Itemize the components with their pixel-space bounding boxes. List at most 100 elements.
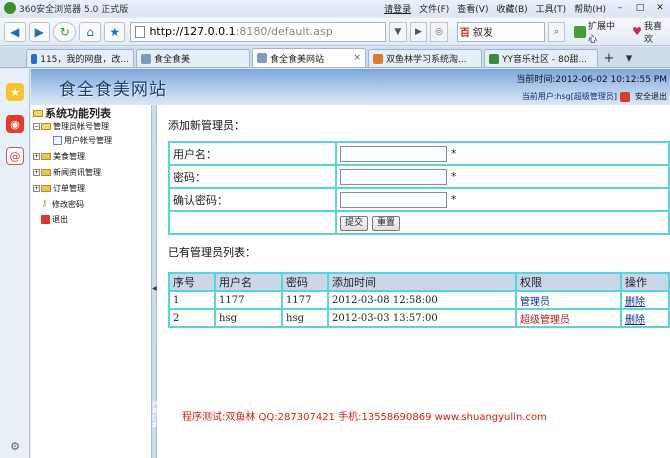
address-dropdown-icon[interactable]: ▼ (389, 21, 407, 42)
folder-open-icon (33, 109, 43, 117)
menu-file[interactable]: 文件(F) (419, 2, 449, 15)
tab-label: 食全食美网站 (270, 54, 325, 65)
browser-toolbar: ◀ ▶ ↻ ⌂ ★ http://127.0.0.1:8180/default.… (0, 18, 670, 46)
frame-splitter[interactable]: ◀ 屏幕切换 (151, 105, 158, 458)
shield-icon[interactable]: ◎ (430, 21, 448, 42)
menu-orders[interactable]: + 订单管理 (33, 183, 85, 194)
admin-list-heading: 已有管理员列表： (168, 246, 256, 259)
menu-item-label: 退出 (52, 215, 68, 224)
required-star: * (451, 169, 457, 183)
current-user-text: 当前用户:hsg[超级管理员] (521, 92, 617, 101)
home-icon[interactable]: ⌂ (79, 21, 101, 42)
tab-2-active[interactable]: 食全食美网站 × (252, 48, 366, 67)
cell-role: 超级管理员 (515, 308, 622, 328)
new-tab-icon[interactable]: + (600, 49, 618, 67)
menu-root: 系统功能列表 (33, 105, 111, 121)
go-icon[interactable]: ▶ (409, 21, 428, 42)
back-icon[interactable]: ◀ (4, 21, 26, 42)
address-host: http://127.0.0.1 (149, 25, 236, 38)
tab-4[interactable]: YY音乐社区 - 80甜... (484, 49, 598, 67)
favorites-button[interactable]: ♥ 我喜欢 (632, 19, 670, 45)
tab-favicon-icon (489, 53, 499, 64)
cell-role: 管理员 (515, 290, 622, 310)
menu-help[interactable]: 帮助(H) (574, 2, 606, 15)
mail-icon[interactable]: @ (6, 147, 24, 165)
expand-icon[interactable]: + (33, 153, 40, 160)
site-title: 食全食美网站 (59, 80, 167, 100)
column-header: 权限 (515, 272, 622, 292)
search-input[interactable]: 百 叙发 (456, 21, 545, 42)
confirm-password-cell: * (335, 187, 670, 212)
tab-0[interactable]: 115，我的网盘，改... (26, 49, 134, 67)
form-spacer (168, 210, 337, 235)
page-icon (135, 25, 146, 38)
column-header: 密码 (281, 272, 329, 292)
menu-news[interactable]: + 新闻资讯管理 (33, 167, 101, 178)
logout-icon[interactable] (620, 91, 630, 102)
folder-icon (41, 169, 51, 176)
menu-root-label: 系统功能列表 (45, 107, 111, 120)
menu-view[interactable]: 查看(V) (457, 2, 488, 15)
delete-link[interactable]: 删除 (625, 315, 645, 326)
favorite-star-icon[interactable]: ★ (103, 21, 126, 42)
expand-icon[interactable]: + (33, 185, 40, 192)
password-input[interactable] (340, 168, 447, 185)
close-icon[interactable]: ✕ (654, 3, 666, 13)
reset-button[interactable]: 重置 (372, 215, 401, 231)
favorites-star-icon[interactable]: ★ (6, 83, 24, 101)
delete-link[interactable]: 删除 (625, 297, 645, 308)
tab-bar: 115，我的网盘，改... 食全食美 食全食美网站 × 双鱼林学习系统淘... … (0, 47, 670, 68)
tab-close-icon[interactable]: × (349, 53, 361, 63)
column-header: 序号 (168, 272, 216, 292)
extension-center[interactable]: 扩展中心 (574, 19, 623, 45)
folder-icon (41, 185, 51, 192)
extension-label: 扩展中心 (587, 21, 615, 45)
menu-admin-accounts[interactable]: − 管理员帐号管理 (33, 121, 109, 132)
collapse-arrow-icon[interactable]: ◀ (152, 285, 157, 292)
menu-change-password[interactable]: ⚷ 修改密码 (41, 199, 84, 210)
menu-user-accounts[interactable]: 用户帐号管理 (53, 135, 112, 146)
address-path: :8180/default.asp (235, 25, 333, 38)
forward-icon[interactable]: ▶ (28, 21, 50, 42)
cell-username: 1177 (214, 290, 283, 310)
current-time: 当前时间:2012-06-02 10:12:55 PM (516, 75, 667, 85)
menu-tools[interactable]: 工具(T) (536, 2, 567, 15)
favorites-label: 我喜欢 (643, 21, 662, 45)
logout-link[interactable]: 安全退出 (635, 91, 667, 102)
login-link[interactable]: 请登录 (384, 2, 411, 15)
web-page: 食全食美网站 当前时间:2012-06-02 10:12:55 PM 当前用户:… (31, 69, 670, 458)
refresh-icon[interactable]: ↻ (53, 21, 77, 42)
tab-list-icon[interactable]: ▾ (620, 49, 638, 67)
cell-username: hsg (214, 308, 283, 328)
credit-line: 程序测试:双鱼林 QQ:287307421 手机:13558690869 www… (182, 412, 547, 423)
tab-3[interactable]: 双鱼林学习系统淘... (368, 49, 482, 67)
search-engine-icon[interactable]: 百 (460, 24, 470, 39)
cell-action: 删除 (620, 308, 670, 328)
username-input[interactable] (340, 145, 447, 162)
search-icon[interactable]: ⌕ (547, 21, 566, 42)
exit-icon (41, 215, 50, 224)
submit-button[interactable]: 提交 (340, 215, 369, 231)
tab-1[interactable]: 食全食美 (136, 49, 250, 67)
minimize-icon[interactable]: – (614, 3, 626, 13)
form-buttons: 提交 重置 (335, 210, 670, 235)
menu-favorites[interactable]: 收藏(B) (496, 2, 527, 15)
address-bar[interactable]: http://127.0.0.1:8180/default.asp (130, 21, 387, 42)
page-icon (53, 136, 62, 145)
menu-exit[interactable]: 退出 (41, 214, 68, 225)
menu-item-label: 用户帐号管理 (64, 136, 112, 145)
admin-list-table: 序号 用户名 密码 添加时间 权限 操作 1 1177 1177 2012-03… (168, 272, 670, 328)
menu-item-label: 管理员帐号管理 (53, 122, 109, 131)
expand-icon[interactable]: + (33, 169, 40, 176)
username-label: 用户名： (168, 141, 337, 166)
cell-password: hsg (281, 308, 329, 328)
table-header-row: 序号 用户名 密码 添加时间 权限 操作 (168, 272, 670, 292)
username-cell: * (335, 141, 670, 166)
menu-food[interactable]: + 美食管理 (33, 151, 85, 162)
menu-item-label: 新闻资讯管理 (53, 168, 101, 177)
maximize-icon[interactable]: □ (634, 3, 646, 13)
confirm-password-input[interactable] (340, 191, 447, 208)
collapse-icon[interactable]: − (33, 123, 40, 130)
settings-gear-icon[interactable]: ⚙ (6, 437, 24, 455)
weibo-icon[interactable]: ◉ (6, 115, 24, 133)
